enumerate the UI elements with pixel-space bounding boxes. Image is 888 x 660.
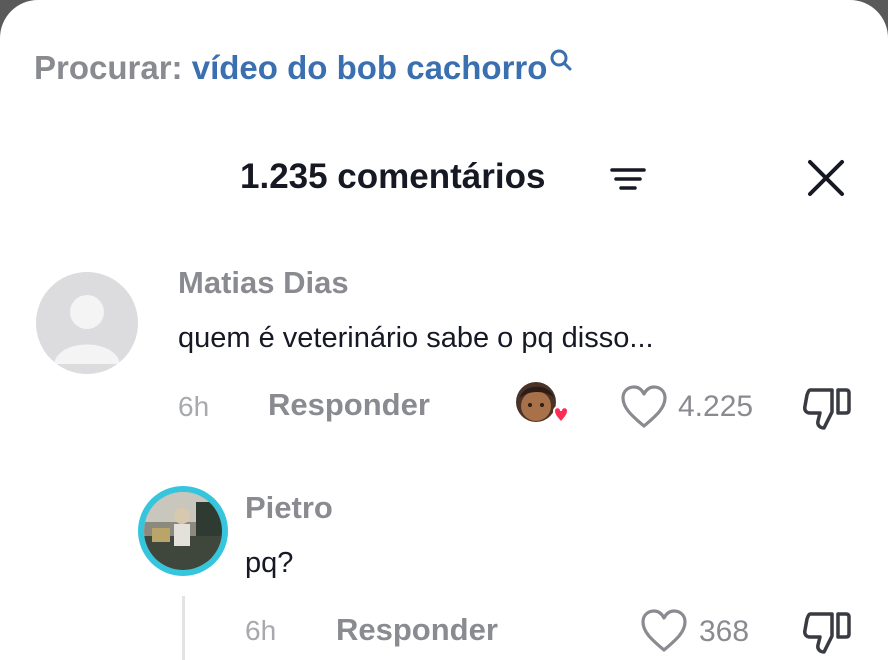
search-icon: [550, 49, 572, 71]
avatar[interactable]: [36, 272, 138, 374]
comments-header: 1.235 comentários: [0, 154, 888, 202]
dislike-icon[interactable]: [802, 386, 852, 432]
avatar-image-icon: [144, 492, 222, 570]
default-avatar-icon: [36, 272, 138, 374]
dislike-icon[interactable]: [802, 610, 852, 656]
creator-liked-avatar-icon: [516, 382, 570, 424]
close-icon[interactable]: [806, 158, 846, 198]
avatar-photo: [144, 492, 222, 570]
sort-icon[interactable]: [610, 166, 646, 192]
comments-sheet: Procurar: vídeo do bob cachorro 1.235 co…: [0, 0, 888, 660]
comments-count-title: 1.235 comentários: [240, 157, 546, 196]
like-count: 4.225: [678, 390, 754, 423]
avatar[interactable]: [138, 486, 228, 576]
heart-icon[interactable]: [620, 385, 668, 429]
comment-time: 6h: [245, 615, 277, 646]
reply-button[interactable]: Responder: [336, 612, 498, 648]
search-suggestion[interactable]: Procurar: vídeo do bob cachorro: [34, 48, 573, 88]
comment-text: quem é veterinário sabe o pq disso...: [178, 322, 654, 354]
comment-time: 6h: [178, 391, 210, 422]
heart-icon[interactable]: [640, 609, 688, 653]
search-term-link[interactable]: vídeo do bob cachorro: [192, 49, 548, 86]
comment-author[interactable]: Matias Dias: [178, 265, 349, 301]
comment-author[interactable]: Pietro: [245, 490, 333, 526]
search-label: Procurar:: [34, 49, 183, 86]
reply-button[interactable]: Responder: [268, 387, 430, 423]
comment-text: pq?: [245, 547, 294, 579]
thread-line: [182, 596, 185, 660]
like-count: 368: [699, 615, 750, 648]
